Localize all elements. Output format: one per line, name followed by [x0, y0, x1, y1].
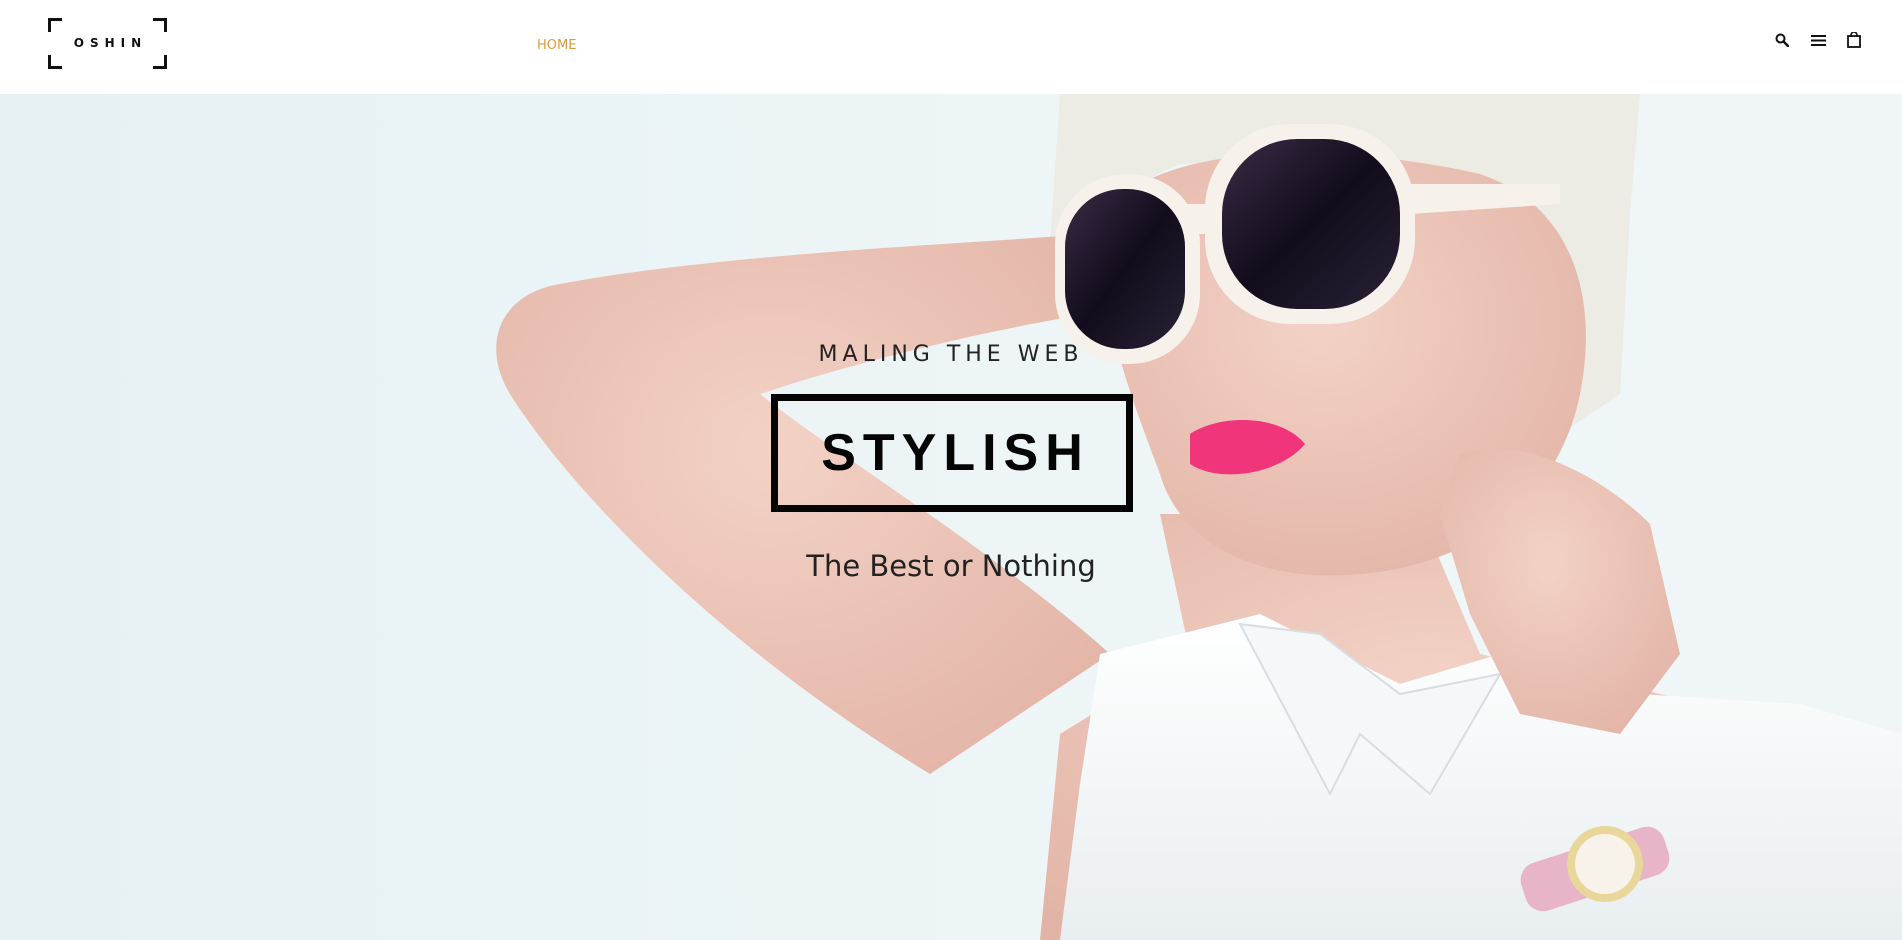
hero-caption: MALING THE WEB STYLISH The Best or Nothi… — [0, 94, 1902, 940]
hero-headline: STYLISH — [821, 424, 1090, 482]
hero-slider: MALING THE WEB STYLISH The Best or Nothi… — [0, 94, 1902, 940]
logo-corner — [48, 55, 62, 69]
hero-kicker: MALING THE WEB — [818, 342, 1084, 367]
logo-text: OSHIN — [73, 36, 148, 50]
hero-headline-box: STYLISH — [771, 394, 1133, 512]
shopping-bag-icon[interactable] — [1846, 32, 1862, 48]
search-icon[interactable] — [1774, 32, 1790, 48]
main-nav: HOME — [537, 36, 576, 54]
logo-corner — [153, 18, 167, 32]
logo-corner — [48, 18, 62, 32]
hero-tagline: The Best or Nothing — [806, 549, 1096, 583]
site-header: OSHIN HOME — [0, 0, 1902, 94]
nav-item-home[interactable]: HOME — [537, 38, 576, 53]
logo-corner — [153, 55, 167, 69]
site-logo[interactable]: OSHIN — [48, 18, 167, 69]
hamburger-menu-icon[interactable] — [1810, 32, 1826, 48]
header-tools — [1774, 32, 1862, 48]
